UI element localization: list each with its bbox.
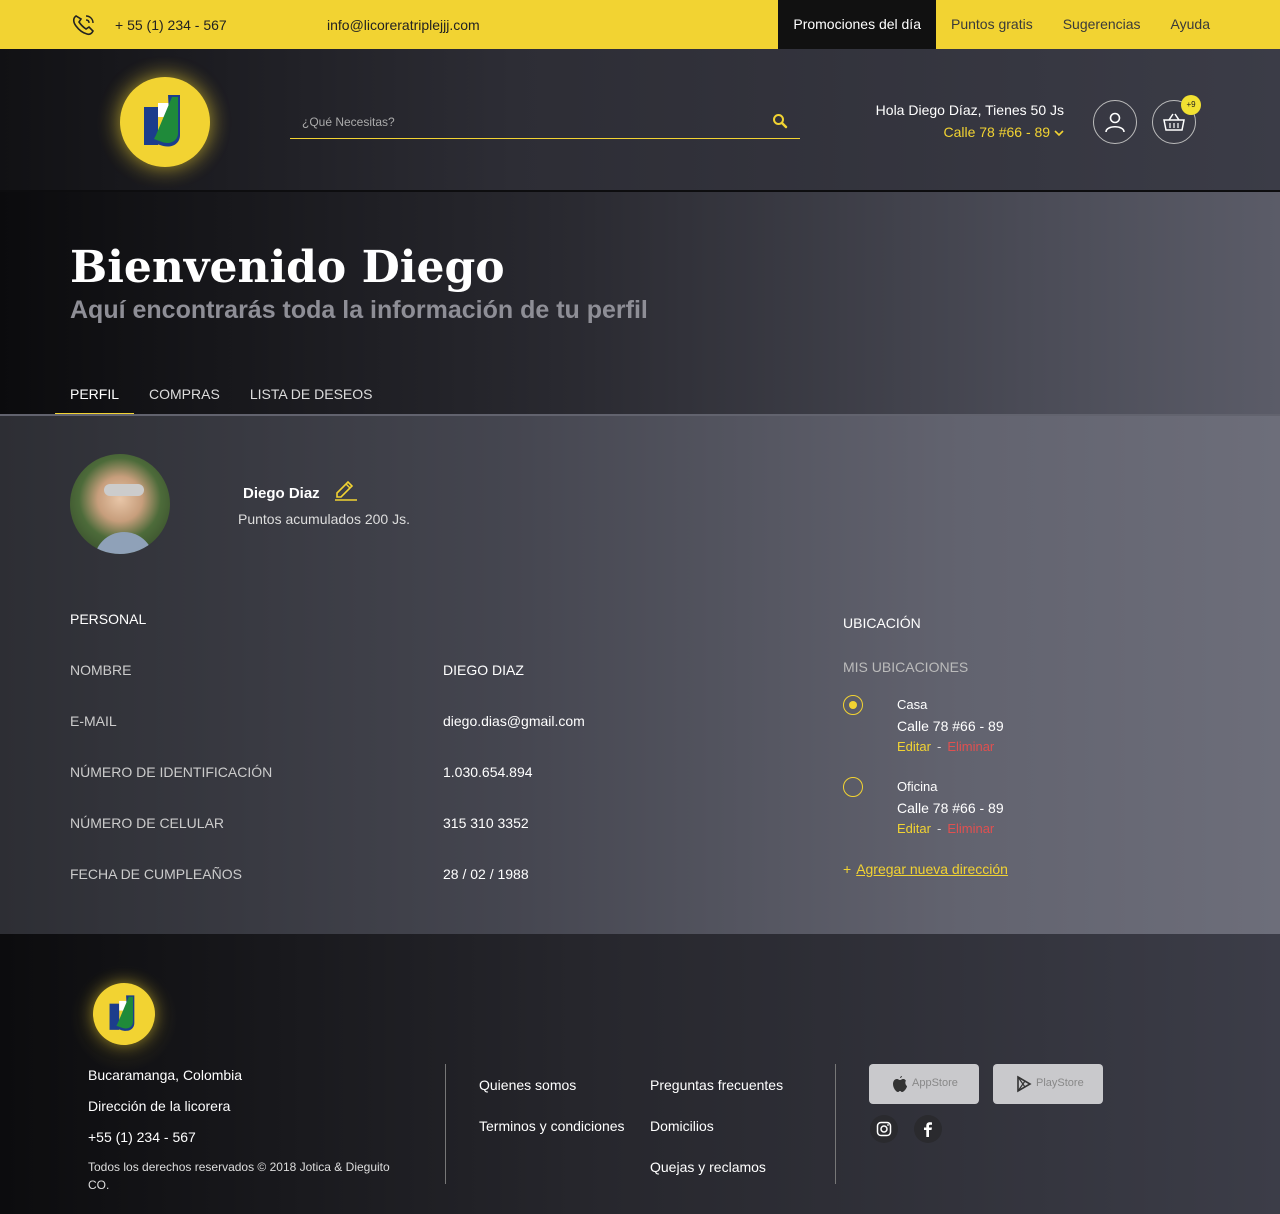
profile-tabs: PERFIL COMPRAS LISTA DE DESEOS — [55, 378, 387, 416]
footer-city: Bucaramanga, Colombia — [88, 1067, 243, 1083]
header: Hola Diego Díaz, Tienes 50 Js Calle 78 #… — [0, 49, 1280, 192]
top-nav: Promociones del día Puntos gratis Sugere… — [778, 0, 1280, 49]
profile-name: Diego Diaz — [243, 485, 320, 502]
instagram-link[interactable] — [870, 1115, 898, 1143]
tab-lista-deseos[interactable]: LISTA DE DESEOS — [235, 378, 388, 416]
radio-selected-dot — [849, 701, 857, 709]
profile-content: Diego Diaz Puntos acumulados 200 Js. PER… — [0, 416, 1280, 934]
footer-link-terminos[interactable]: Terminos y condiciones — [479, 1118, 625, 1134]
playstore-label: PlayStore — [1036, 1077, 1084, 1089]
field-value-email: diego.dias@gmail.com — [443, 713, 585, 729]
edit-location-casa-link[interactable]: Editar — [897, 739, 931, 754]
topbar-email[interactable]: info@licoreratriplejjj.com — [327, 17, 480, 33]
top-bar: + 55 (1) 234 - 567 info@licoreratriplejj… — [0, 0, 1280, 49]
delete-location-casa-link[interactable]: Eliminar — [947, 739, 994, 754]
field-label-cumpleanos: FECHA DE CUMPLEAÑOS — [70, 866, 242, 882]
my-locations-subtitle: MIS UBICACIONES — [843, 659, 969, 675]
logo-mark-icon — [144, 95, 180, 147]
cart-count-badge: +9 — [1181, 95, 1201, 115]
page-title: Bienvenido Diego — [70, 242, 505, 293]
nav-ayuda[interactable]: Ayuda — [1156, 0, 1225, 49]
phone-icon — [72, 15, 94, 36]
location-actions-oficina: Editar - Eliminar — [897, 821, 994, 836]
playstore-button[interactable]: PlayStore — [993, 1064, 1103, 1104]
logo-glow — [96, 55, 232, 191]
nav-sugerencias[interactable]: Sugerencias — [1048, 0, 1156, 49]
location-name-casa: Casa — [897, 697, 928, 712]
edit-pencil-icon[interactable] — [333, 480, 359, 502]
avatar-glasses — [104, 484, 144, 496]
footer-divider — [835, 1064, 836, 1184]
appstore-label: AppStore — [912, 1077, 958, 1089]
add-address-label: Agregar nueva dirección — [856, 861, 1008, 877]
field-value-cumpleanos: 28 / 02 / 1988 — [443, 866, 529, 882]
user-account-button[interactable] — [1093, 100, 1137, 144]
footer: Bucaramanga, Colombia Dirección de la li… — [0, 934, 1280, 1214]
field-label-email: E-MAIL — [70, 713, 117, 729]
footer-logo[interactable] — [93, 983, 155, 1045]
location-name-oficina: Oficina — [897, 779, 938, 794]
logo[interactable] — [120, 77, 210, 167]
search-input[interactable] — [290, 107, 760, 137]
facebook-icon — [924, 1122, 932, 1137]
footer-link-preguntas[interactable]: Preguntas frecuentes — [650, 1077, 783, 1093]
action-separator: - — [936, 739, 942, 754]
cart-button[interactable]: +9 — [1152, 95, 1201, 144]
field-label-celular: NÚMERO DE CELULAR — [70, 815, 225, 831]
location-address-oficina: Calle 78 #66 - 89 — [897, 800, 1004, 816]
address-text: Calle 78 #66 - 89 — [943, 124, 1051, 140]
location-actions-casa: Editar - Eliminar — [897, 739, 994, 754]
facebook-link[interactable] — [914, 1115, 942, 1143]
avatar — [70, 454, 170, 554]
footer-logo-glow — [70, 964, 178, 1072]
appstore-button[interactable]: AppStore — [869, 1064, 979, 1104]
search-icon[interactable] — [772, 113, 788, 129]
footer-phone[interactable]: +55 (1) 234 - 567 — [88, 1129, 196, 1145]
logo-mark-icon — [109, 995, 135, 1031]
hero: Bienvenido Diego Aquí encontrarás toda l… — [0, 192, 1280, 416]
delete-location-oficina-link[interactable]: Eliminar — [947, 821, 994, 836]
location-section-title: UBICACIÓN — [843, 615, 921, 631]
user-greeting: Hola Diego Díaz, Tienes 50 Js Calle 78 #… — [876, 102, 1064, 140]
topbar-phone[interactable]: + 55 (1) 234 - 567 — [115, 17, 227, 33]
tab-perfil[interactable]: PERFIL — [55, 378, 135, 416]
avatar-shirt — [94, 532, 154, 554]
apple-icon — [893, 1076, 907, 1092]
search-bar — [290, 107, 800, 139]
edit-location-oficina-link[interactable]: Editar — [897, 821, 931, 836]
points-text: Puntos acumulados 200 Js. — [238, 511, 410, 527]
play-store-icon — [1017, 1075, 1032, 1093]
footer-link-quejas[interactable]: Quejas y reclamos — [650, 1159, 766, 1175]
field-value-celular: 315 310 3352 — [443, 815, 529, 831]
location-radio-oficina[interactable] — [843, 777, 863, 797]
user-icon — [1105, 112, 1125, 133]
location-radio-casa[interactable] — [843, 695, 863, 715]
field-label-nombre: NOMBRE — [70, 662, 132, 678]
footer-link-quienes-somos[interactable]: Quienes somos — [479, 1077, 576, 1093]
personal-section-title: PERSONAL — [70, 611, 147, 627]
location-address-casa: Calle 78 #66 - 89 — [897, 718, 1004, 734]
footer-address: Dirección de la licorera — [88, 1098, 231, 1114]
instagram-icon — [876, 1121, 892, 1137]
footer-divider — [445, 1064, 446, 1184]
page-subtitle: Aquí encontrarás toda la información de … — [70, 296, 648, 324]
nav-promociones[interactable]: Promociones del día — [778, 0, 936, 49]
greeting-text: Hola Diego Díaz, Tienes 50 Js — [875, 102, 1064, 118]
address-selector[interactable]: Calle 78 #66 - 89 — [876, 124, 1064, 140]
nav-puntos-gratis[interactable]: Puntos gratis — [936, 0, 1048, 49]
footer-link-domicilios[interactable]: Domicilios — [650, 1118, 714, 1134]
footer-copyright: Todos los derechos reservados © 2018 Jot… — [88, 1160, 390, 1192]
add-address-link[interactable]: + Agregar nueva dirección — [843, 861, 1008, 877]
basket-icon — [1163, 113, 1185, 131]
field-value-identificacion: 1.030.654.894 — [443, 764, 533, 780]
tab-compras[interactable]: COMPRAS — [134, 378, 235, 416]
action-separator: - — [936, 821, 942, 836]
field-value-nombre: DIEGO DIAZ — [443, 662, 524, 678]
chevron-down-icon — [1054, 130, 1064, 137]
field-label-identificacion: NÚMERO DE IDENTIFICACIÓN — [70, 764, 273, 780]
plus-icon: + — [843, 861, 852, 877]
